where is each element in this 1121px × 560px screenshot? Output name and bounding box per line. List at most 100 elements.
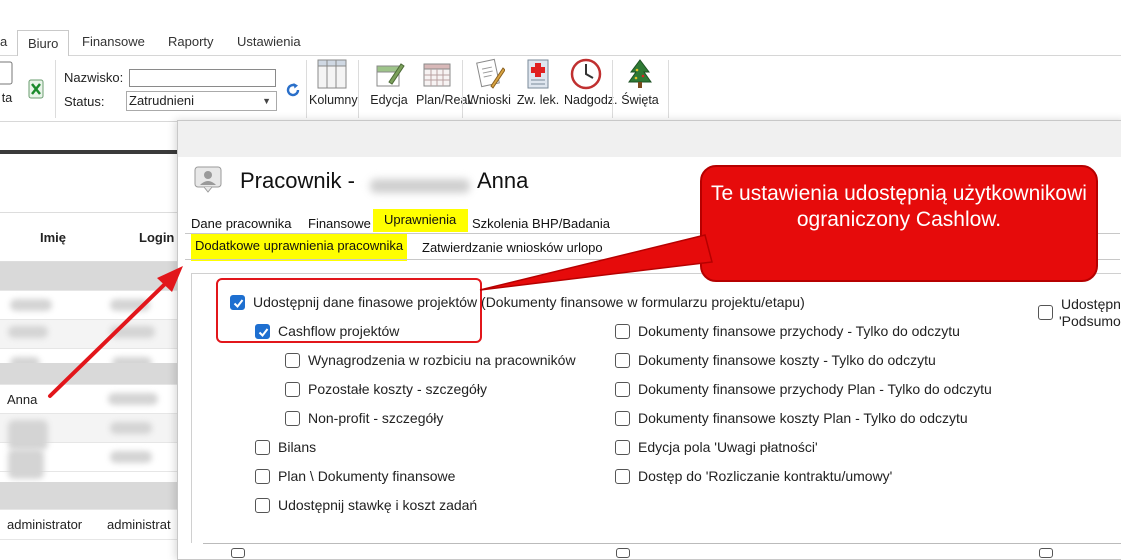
checkbox-label: Wynagrodzenia w rozbiciu na pracowników xyxy=(308,352,576,368)
checkbox-box[interactable] xyxy=(615,469,630,484)
checkbox-box[interactable] xyxy=(285,411,300,426)
swieta-label: Święta xyxy=(621,93,659,107)
table-row[interactable] xyxy=(0,320,180,349)
checkbox-bilans[interactable]: Bilans xyxy=(255,439,316,456)
refresh-button[interactable] xyxy=(284,81,302,102)
dialog-title: Pracownik - xyxy=(240,168,355,193)
grid-col-login[interactable]: Login xyxy=(139,230,174,245)
checkbox-udostepnij-podsumowanie[interactable]: Udostępni 'Podsumo xyxy=(1038,296,1121,330)
checkbox-label: Pozostałe koszty - szczegóły xyxy=(308,381,487,397)
status-select[interactable]: Zatrudnieni ▼ xyxy=(126,91,277,111)
calendar-grid-icon xyxy=(423,63,451,87)
tab-partial[interactable]: a xyxy=(0,34,7,49)
tab-ustawienia[interactable]: Ustawienia xyxy=(237,34,301,49)
tab-uprawnienia[interactable]: Uprawnienia xyxy=(373,209,469,232)
ribbon-separator xyxy=(306,60,307,118)
checkbox-uwagi-platnosci[interactable]: Edycja pola 'Uwagi płatności' xyxy=(615,439,818,456)
checkbox-stawka-koszt[interactable]: Udostępnij stawkę i koszt zadań xyxy=(255,497,477,514)
tab-dane-pracownika[interactable]: Dane pracownika xyxy=(191,216,291,231)
table-row[interactable] xyxy=(0,443,180,479)
checkbox-rozliczanie-kontraktu[interactable]: Dostęp do 'Rozliczanie kontraktu/umowy' xyxy=(615,468,892,485)
grid-cell-login: administrator xyxy=(7,517,83,532)
redacted-cell xyxy=(108,393,158,405)
tab-szkolenia[interactable]: Szkolenia BHP/Badania xyxy=(472,216,610,231)
tab-raporty[interactable]: Raporty xyxy=(168,34,214,49)
checkbox-label: Dokumenty finansowe przychody Plan - Tyl… xyxy=(638,381,992,397)
kolumny-button[interactable]: Kolumny xyxy=(309,58,358,107)
checkbox-dok-koszty[interactable]: Dokumenty finansowe koszty - Tylko do od… xyxy=(615,352,936,369)
checkbox-box[interactable] xyxy=(255,498,270,513)
kolumny-label: Kolumny xyxy=(309,93,358,107)
checkbox-box[interactable] xyxy=(615,324,630,339)
christmas-tree-icon xyxy=(628,59,652,88)
redacted-cell xyxy=(110,299,150,311)
table-row[interactable] xyxy=(0,291,180,320)
grid-col-imie[interactable]: Imię xyxy=(40,230,66,245)
annotation-callout: Te ustawienia udostępnią użytkownikowi o… xyxy=(700,165,1098,282)
edycja-button[interactable]: Edycja xyxy=(366,58,412,107)
plan-real-label: Plan/Real. xyxy=(416,93,474,107)
nadgodz-button[interactable]: Nadgodz. xyxy=(563,58,618,107)
checkbox-label: Edycja pola 'Uwagi płatności' xyxy=(638,439,818,455)
table-row[interactable] xyxy=(0,262,180,291)
user-card-icon xyxy=(194,166,222,193)
checkbox-wynagrodzenia[interactable]: Wynagrodzenia w rozbiciu na pracowników xyxy=(285,352,576,369)
zw-lek-button[interactable]: Zw. lek. xyxy=(514,58,562,107)
grid-cell-imie: Anna xyxy=(7,392,38,407)
subtab-dodatkowe[interactable]: Dodatkowe uprawnienia pracownika xyxy=(191,234,408,261)
checkbox-dok-przychody-plan[interactable]: Dokumenty finansowe przychody Plan - Tyl… xyxy=(615,381,992,398)
checkbox-box[interactable] xyxy=(615,411,630,426)
refresh-icon xyxy=(286,83,300,97)
checkbox-dok-przychody[interactable]: Dokumenty finansowe przychody - Tylko do… xyxy=(615,323,960,340)
checkbox-non-profit[interactable]: Non-profit - szczegóły xyxy=(285,410,443,427)
table-row[interactable] xyxy=(0,414,180,450)
swieta-button[interactable]: Święta xyxy=(616,58,664,107)
tab-biuro[interactable]: Biuro xyxy=(17,30,70,57)
highlight-rectangle xyxy=(216,278,482,343)
ribbon-separator xyxy=(55,60,56,118)
nazwisko-input[interactable] xyxy=(129,69,276,87)
table-row[interactable] xyxy=(0,482,180,510)
edit-calendar-icon xyxy=(376,63,405,87)
redacted-cell xyxy=(110,451,152,463)
excel-export-button[interactable] xyxy=(26,78,48,105)
main-window-edge xyxy=(0,150,180,154)
redacted-cell xyxy=(110,326,155,338)
checkbox-label: Dokumenty finansowe przychody - Tylko do… xyxy=(638,323,960,339)
checkbox-box[interactable] xyxy=(1038,305,1053,320)
dialog-title-name: Anna xyxy=(477,168,529,193)
tab-finansowe[interactable]: Finansowe xyxy=(308,216,371,231)
checkbox-box[interactable] xyxy=(285,353,300,368)
tab-finansowe[interactable]: Finansowe xyxy=(82,34,145,49)
redacted-cell xyxy=(8,449,44,479)
checkbox-box[interactable] xyxy=(615,353,630,368)
checkbox-pozostale-koszty[interactable]: Pozostałe koszty - szczegóły xyxy=(285,381,487,398)
table-row[interactable] xyxy=(0,363,180,385)
partial-button[interactable]: ta xyxy=(0,58,14,105)
checkbox-box[interactable] xyxy=(255,469,270,484)
checkbox-box[interactable] xyxy=(285,382,300,397)
checkbox-box[interactable] xyxy=(231,548,245,558)
status-select-value: Zatrudnieni xyxy=(129,93,195,108)
dialog-titlebar xyxy=(178,121,1121,157)
table-row[interactable]: administrator administrat xyxy=(0,510,180,540)
ribbon-separator xyxy=(462,60,463,118)
zw-lek-label: Zw. lek. xyxy=(516,93,560,107)
checkbox-box[interactable] xyxy=(255,440,270,455)
wnioski-button[interactable]: Wnioski xyxy=(464,58,514,107)
checkbox-box[interactable] xyxy=(615,440,630,455)
checkbox-plan-dokumenty[interactable]: Plan \ Dokumenty finansowe xyxy=(255,468,455,485)
plan-real-button[interactable]: Plan/Real. xyxy=(414,58,474,107)
ribbon-separator xyxy=(612,60,613,118)
checkbox-box[interactable] xyxy=(615,382,630,397)
subtab-zatwierdzanie[interactable]: Zatwierdzanie wniosków urlopo xyxy=(422,240,603,255)
table-row[interactable]: Anna xyxy=(0,385,180,414)
redacted-surname xyxy=(370,179,470,193)
clock-icon xyxy=(570,58,602,90)
wnioski-label: Wnioski xyxy=(467,93,511,107)
checkbox-box[interactable] xyxy=(616,548,630,558)
status-label: Status: xyxy=(64,94,105,109)
checkbox-box[interactable] xyxy=(1039,548,1053,558)
checkbox-dok-koszty-plan[interactable]: Dokumenty finansowe koszty Plan - Tylko … xyxy=(615,410,968,427)
checkbox-label: Dokumenty finansowe koszty Plan - Tylko … xyxy=(638,410,968,426)
